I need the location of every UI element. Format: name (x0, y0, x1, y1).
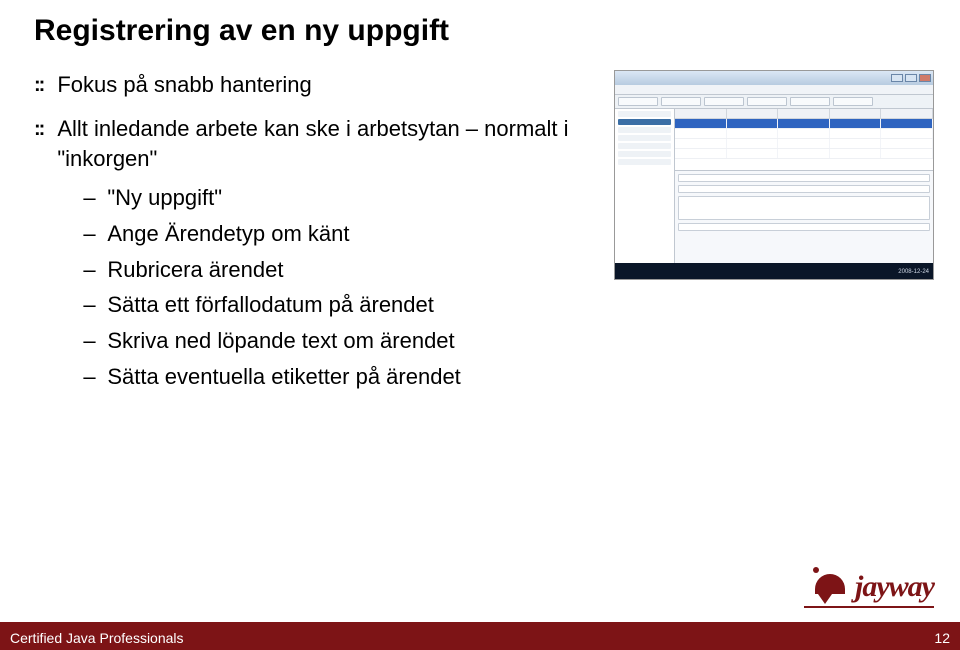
toolbar-button (790, 97, 830, 106)
sub-text: Ange Ärendetyp om känt (107, 219, 349, 249)
logo-mark-icon (809, 562, 851, 604)
slide-footer: Certified Java Professionals 12 (0, 610, 960, 650)
detail-form (675, 171, 933, 263)
sub-text: Sätta ett förfallodatum på ärendet (107, 290, 434, 320)
sub-list: – "Ny uppgift" – Ange Ärendetyp om känt … (57, 183, 574, 391)
tree-item (618, 135, 671, 141)
menubar (615, 85, 933, 95)
bullet-item: :: Allt inledande arbete kan ske i arbet… (34, 114, 574, 392)
grid-row (675, 149, 933, 159)
field (678, 185, 930, 193)
sub-item: – Sätta ett förfallodatum på ärendet (83, 290, 574, 320)
dash-icon: – (83, 183, 97, 213)
sub-item: – "Ny uppgift" (83, 183, 574, 213)
toolbar (615, 95, 933, 109)
minimize-icon (891, 74, 903, 82)
nav-tree (615, 109, 675, 263)
tree-item-selected (618, 119, 671, 125)
footer-text: Certified Java Professionals (10, 630, 184, 646)
toolbar-button (833, 97, 873, 106)
main-pane (675, 109, 933, 263)
sub-text: Skriva ned löpande text om ärendet (107, 326, 454, 356)
sub-item: – Rubricera ärendet (83, 255, 574, 285)
data-grid (675, 109, 933, 171)
bullet-item: :: Fokus på snabb hantering (34, 70, 574, 100)
field-textarea (678, 196, 930, 220)
toolbar-button (704, 97, 744, 106)
taskbar: 2008-12-24 (615, 263, 933, 280)
sub-item: – Skriva ned löpande text om ärendet (83, 326, 574, 356)
window-titlebar (615, 71, 933, 85)
brand-underline (804, 606, 934, 608)
field (678, 223, 930, 231)
sub-text: Rubricera ärendet (107, 255, 283, 285)
tree-item (618, 143, 671, 149)
grid-header (675, 109, 933, 119)
app-body (615, 109, 933, 263)
dash-icon: – (83, 219, 97, 249)
tree-item (618, 127, 671, 133)
sub-item: – Ange Ärendetyp om känt (83, 219, 574, 249)
toolbar-button (618, 97, 658, 106)
sub-item: – Sätta eventuella etiketter på ärendet (83, 362, 574, 392)
close-icon (919, 74, 931, 82)
dash-icon: – (83, 290, 97, 320)
grid-row-selected (675, 119, 933, 129)
slide: Registrering av en ny uppgift :: Fokus p… (0, 0, 960, 650)
grid-row (675, 139, 933, 149)
toolbar-button (661, 97, 701, 106)
bullet-symbol: :: (34, 70, 43, 100)
sub-text: Sätta eventuella etiketter på ärendet (107, 362, 460, 392)
tree-item (618, 111, 671, 117)
bullet-symbol: :: (34, 114, 43, 144)
dash-icon: – (83, 326, 97, 356)
dash-icon: – (83, 362, 97, 392)
sub-text: "Ny uppgift" (107, 183, 222, 213)
grid-row (675, 129, 933, 139)
bullet-body: Allt inledande arbete kan ske i arbetsyt… (57, 114, 574, 392)
toolbar-button (747, 97, 787, 106)
tree-item (618, 159, 671, 165)
bullet-text: Fokus på snabb hantering (57, 70, 311, 100)
brand-logo: jayway (809, 562, 934, 604)
slide-title: Registrering av en ny uppgift (34, 14, 449, 48)
dash-icon: – (83, 255, 97, 285)
brand-name: jayway (855, 570, 934, 604)
footer-band: Certified Java Professionals 12 (0, 626, 960, 650)
bullet-text: Allt inledande arbete kan ske i arbetsyt… (57, 114, 574, 173)
app-screenshot: 2008-12-24 (614, 70, 934, 280)
page-number: 12 (934, 630, 950, 646)
status-time: 2008-12-24 (898, 269, 929, 275)
maximize-icon (905, 74, 917, 82)
field (678, 174, 930, 182)
content-area: :: Fokus på snabb hantering :: Allt inle… (34, 70, 574, 392)
tree-item (618, 151, 671, 157)
